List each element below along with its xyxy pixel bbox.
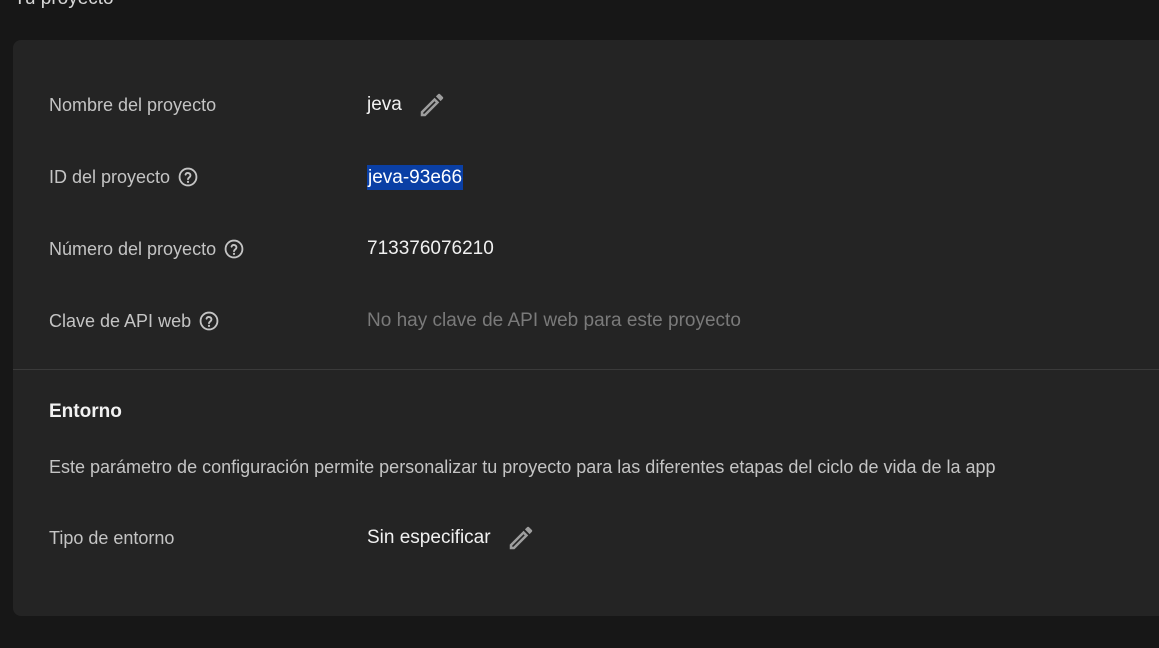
project-id-value-wrap: jeva-93e66 xyxy=(367,164,464,190)
environment-type-value-wrap: Sin especificar xyxy=(367,522,537,554)
section-heading: Tu proyecto xyxy=(14,0,114,10)
project-name-row: Nombre del proyecto jeva xyxy=(49,90,444,120)
environment-description: Este parámetro de configuración permite … xyxy=(49,457,996,477)
project-name-value-wrap: jeva xyxy=(367,89,448,121)
project-number-label-wrap: Número del proyecto xyxy=(49,238,245,260)
pencil-icon[interactable] xyxy=(416,89,448,121)
section-divider xyxy=(13,369,1159,370)
project-number-value-wrap: 713376076210 xyxy=(367,238,494,260)
project-name-value: jeva xyxy=(367,94,402,115)
pencil-icon[interactable] xyxy=(505,522,537,554)
project-id-row: ID del proyecto jeva-93e66 xyxy=(49,162,464,192)
project-number-row: Número del proyecto 713376076210 xyxy=(49,234,494,264)
help-circle-icon[interactable] xyxy=(223,238,245,260)
web-api-key-value: No hay clave de API web para este proyec… xyxy=(367,310,741,331)
help-circle-icon[interactable] xyxy=(177,166,199,188)
project-id-label: ID del proyecto xyxy=(49,166,171,187)
project-name-label: Nombre del proyecto xyxy=(49,94,217,115)
environment-type-label: Tipo de entorno xyxy=(49,527,175,548)
web-api-key-value-wrap: No hay clave de API web para este proyec… xyxy=(367,310,741,332)
environment-title: Entorno xyxy=(49,401,122,422)
environment-type-value: Sin especificar xyxy=(367,527,491,548)
web-api-key-label: Clave de API web xyxy=(49,310,192,331)
environment-type-row: Tipo de entorno Sin especificar xyxy=(49,523,532,553)
help-circle-icon[interactable] xyxy=(198,310,220,332)
project-number-value: 713376076210 xyxy=(367,238,494,259)
project-number-label: Número del proyecto xyxy=(49,238,217,259)
web-api-key-row: Clave de API web No hay clave de API web… xyxy=(49,306,741,336)
project-id-value[interactable]: jeva-93e66 xyxy=(367,164,464,190)
web-api-key-label-wrap: Clave de API web xyxy=(49,310,220,332)
project-settings-card: Nombre del proyecto jeva ID del proyecto xyxy=(13,40,1159,616)
project-id-label-wrap: ID del proyecto xyxy=(49,166,199,188)
